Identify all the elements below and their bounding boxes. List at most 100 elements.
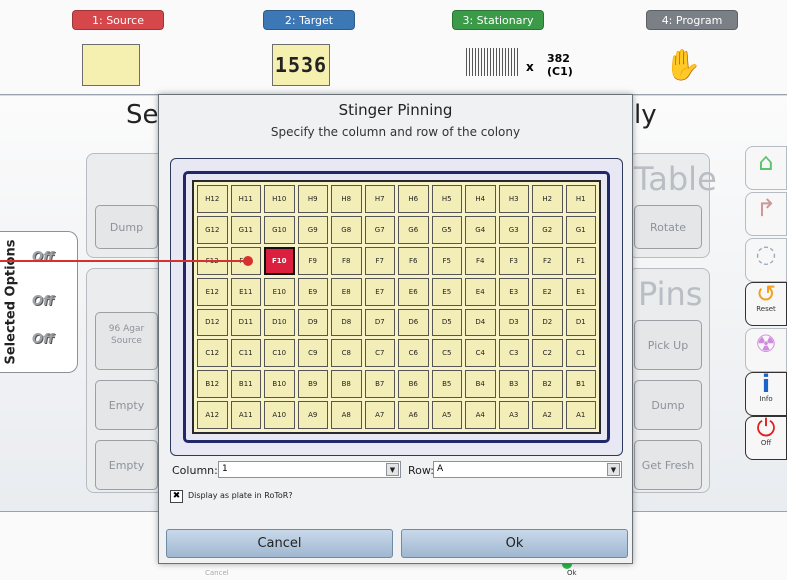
- option-off-toggle[interactable]: Off: [32, 294, 66, 316]
- plate-well[interactable]: D2: [532, 308, 563, 337]
- step-tab-source[interactable]: 1: Source: [72, 10, 164, 30]
- plate-well[interactable]: C7: [364, 339, 395, 368]
- plate-well[interactable]: G3: [498, 215, 529, 244]
- plate-well[interactable]: G11: [230, 215, 261, 244]
- plate-well[interactable]: A1: [565, 401, 596, 429]
- plate-well[interactable]: G4: [465, 215, 496, 244]
- plate-well[interactable]: A7: [364, 401, 395, 429]
- plate-well[interactable]: A5: [431, 401, 462, 429]
- plate-well[interactable]: E1: [565, 277, 596, 306]
- step-tab-stationary[interactable]: 3: Stationary: [452, 10, 544, 30]
- plate-well[interactable]: B12: [197, 370, 228, 399]
- column-dropdown[interactable]: 1 ▼: [218, 461, 401, 478]
- plate-well[interactable]: H11: [230, 185, 261, 213]
- plate-well[interactable]: E11: [230, 277, 261, 306]
- plate-well[interactable]: E6: [398, 277, 429, 306]
- row-dropdown[interactable]: A ▼: [433, 461, 622, 478]
- plate-well[interactable]: G2: [532, 215, 563, 244]
- plate-well[interactable]: E7: [364, 277, 395, 306]
- ok-button[interactable]: Ok: [401, 529, 628, 558]
- source-plate-thumbnail[interactable]: [82, 44, 140, 86]
- plate-well[interactable]: H8: [331, 185, 362, 213]
- plate-well[interactable]: B8: [331, 370, 362, 399]
- plate-well[interactable]: H3: [498, 185, 529, 213]
- plate-well[interactable]: A9: [297, 401, 328, 429]
- plate-well[interactable]: F9: [297, 246, 328, 275]
- plate-well[interactable]: F7: [364, 246, 395, 275]
- plate-well[interactable]: G7: [364, 215, 395, 244]
- plate-well[interactable]: G1: [565, 215, 596, 244]
- plate-well[interactable]: H5: [431, 185, 462, 213]
- plate-well[interactable]: A3: [498, 401, 529, 429]
- plate-well[interactable]: E9: [297, 277, 328, 306]
- plate-well[interactable]: B6: [398, 370, 429, 399]
- plate-well[interactable]: C9: [297, 339, 328, 368]
- plate-well[interactable]: A11: [230, 401, 261, 429]
- plate-well[interactable]: D5: [431, 308, 462, 337]
- plate-well[interactable]: C2: [532, 339, 563, 368]
- plate-well[interactable]: F1: [565, 246, 596, 275]
- plate-well[interactable]: H1: [565, 185, 596, 213]
- chevron-down-icon[interactable]: ▼: [386, 463, 399, 476]
- plate-well[interactable]: E12: [197, 277, 228, 306]
- plate-well[interactable]: D7: [364, 308, 395, 337]
- plate-well[interactable]: C8: [331, 339, 362, 368]
- plate-well[interactable]: D12: [197, 308, 228, 337]
- cancel-button[interactable]: Cancel: [166, 529, 393, 558]
- plate-well[interactable]: G5: [431, 215, 462, 244]
- plate-well[interactable]: C6: [398, 339, 429, 368]
- plate-well[interactable]: B10: [264, 370, 295, 399]
- plate-well[interactable]: B1: [565, 370, 596, 399]
- stationary-plate-thumbnail[interactable]: [466, 48, 518, 76]
- radiation-button[interactable]: ☢: [745, 328, 787, 372]
- plate-well[interactable]: C12: [197, 339, 228, 368]
- plate-well[interactable]: H12: [197, 185, 228, 213]
- selected-options-panel[interactable]: Selected Options Off Off Off: [0, 231, 78, 373]
- plate-well[interactable]: H6: [398, 185, 429, 213]
- plate-well[interactable]: B9: [297, 370, 328, 399]
- cycle-button[interactable]: ◌: [745, 238, 787, 282]
- transfer-button[interactable]: ↱: [745, 192, 787, 236]
- plate-well[interactable]: E5: [431, 277, 462, 306]
- plate-well[interactable]: A10: [264, 401, 295, 429]
- plate-well[interactable]: C3: [498, 339, 529, 368]
- plate-well[interactable]: D1: [565, 308, 596, 337]
- plate-well[interactable]: D8: [331, 308, 362, 337]
- plate-well[interactable]: H7: [364, 185, 395, 213]
- step-tab-program[interactable]: 4: Program: [646, 10, 738, 30]
- plate-well[interactable]: F5: [431, 246, 462, 275]
- plate-well[interactable]: G12: [197, 215, 228, 244]
- plate-well[interactable]: B11: [230, 370, 261, 399]
- plate-well[interactable]: F4: [465, 246, 496, 275]
- plate-well[interactable]: D11: [230, 308, 261, 337]
- hand-icon[interactable]: ✋: [664, 46, 701, 86]
- plate-well[interactable]: D6: [398, 308, 429, 337]
- display-as-plate-checkbox[interactable]: ✖: [170, 490, 183, 503]
- plate-well[interactable]: B3: [498, 370, 529, 399]
- info-button[interactable]: i Info: [745, 372, 787, 416]
- step-tab-target[interactable]: 2: Target: [263, 10, 355, 30]
- plate-well[interactable]: D9: [297, 308, 328, 337]
- plate-well[interactable]: B5: [431, 370, 462, 399]
- plate-well[interactable]: C10: [264, 339, 295, 368]
- plate-well[interactable]: E8: [331, 277, 362, 306]
- reset-button[interactable]: ↺ Reset: [745, 282, 787, 326]
- plate-well[interactable]: H2: [532, 185, 563, 213]
- plate-well[interactable]: C1: [565, 339, 596, 368]
- plate-well[interactable]: A4: [465, 401, 496, 429]
- plate-well[interactable]: E10: [264, 277, 295, 306]
- selected-well[interactable]: F10: [264, 246, 295, 275]
- plate-well[interactable]: D4: [465, 308, 496, 337]
- plate-well[interactable]: F6: [398, 246, 429, 275]
- plate-well[interactable]: E3: [498, 277, 529, 306]
- plate-well[interactable]: C11: [230, 339, 261, 368]
- plate-well[interactable]: B7: [364, 370, 395, 399]
- plate-well[interactable]: A12: [197, 401, 228, 429]
- plate-well[interactable]: F3: [498, 246, 529, 275]
- plate-well[interactable]: A6: [398, 401, 429, 429]
- off-button[interactable]: ⏻ Off: [745, 416, 787, 460]
- plate-well[interactable]: C4: [465, 339, 496, 368]
- plate-well[interactable]: A8: [331, 401, 362, 429]
- home-button[interactable]: ⌂: [745, 146, 787, 190]
- option-off-toggle[interactable]: Off: [32, 332, 66, 354]
